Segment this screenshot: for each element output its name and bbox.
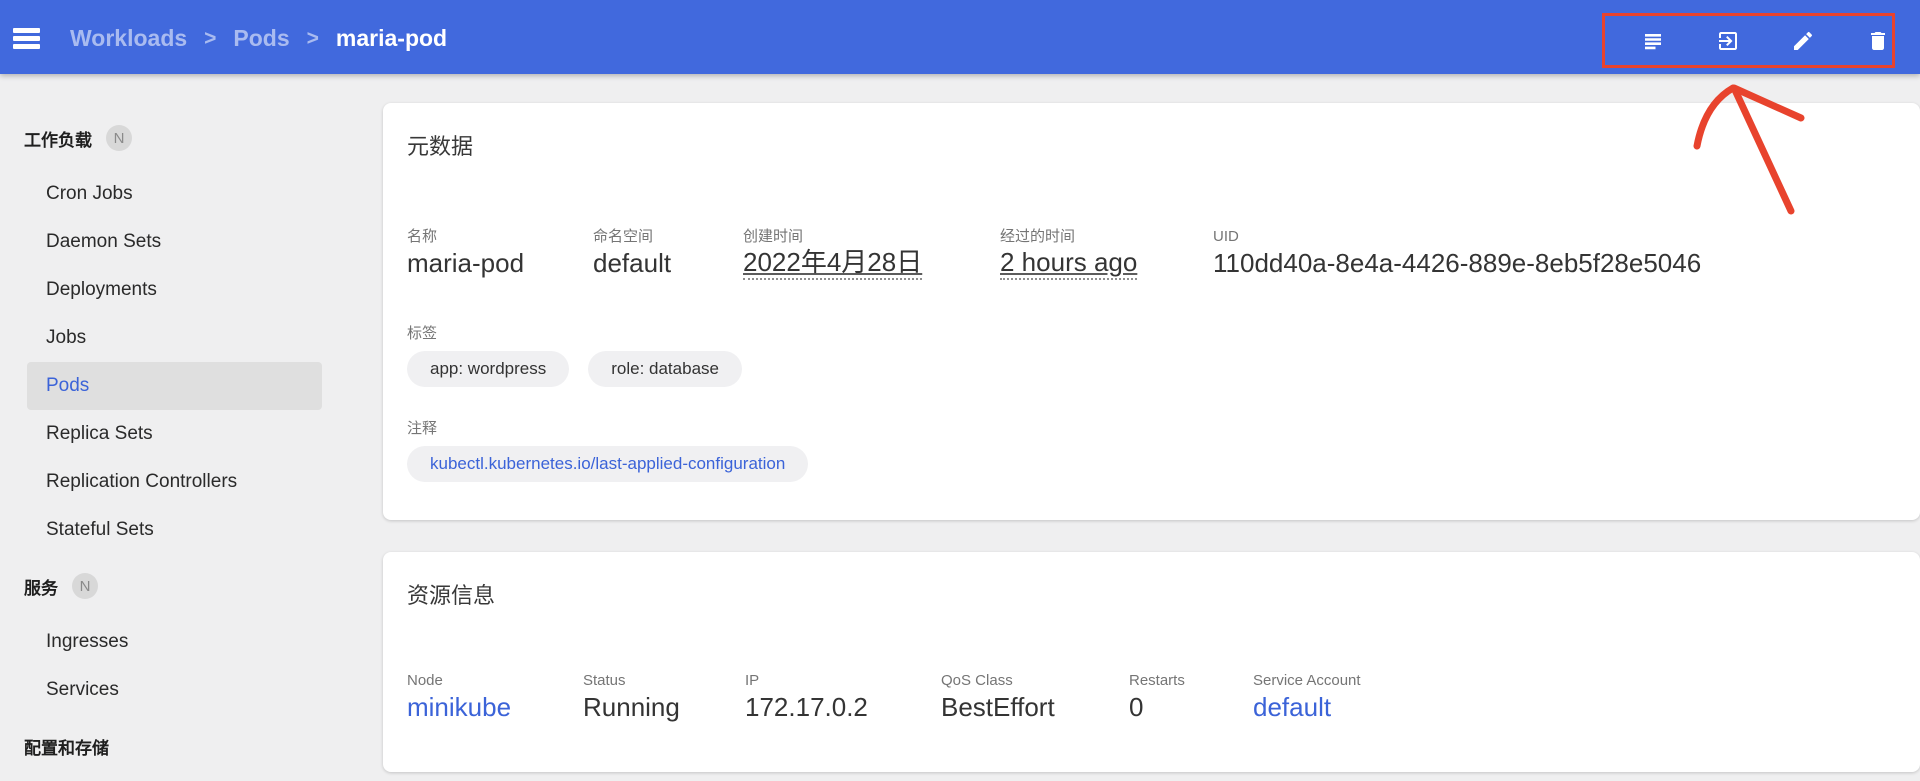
field-创建时间: 创建时间 2022年4月28日 <box>743 229 1000 280</box>
field-label: IP <box>745 673 941 689</box>
metadata-card-title: 元数据 <box>407 103 1896 161</box>
sidebar-section-工作负载[interactable]: 工作负载 N <box>0 114 383 162</box>
app-header: Workloads > Pods > maria-pod <box>0 0 1920 74</box>
field-label: Status <box>583 673 745 689</box>
field-value: 2022年4月28日 <box>743 247 922 280</box>
field-ip: IP 172.17.0.2 <box>745 673 941 723</box>
namespaced-badge: N <box>72 573 98 599</box>
sidebar-item-jobs[interactable]: Jobs <box>27 314 322 362</box>
sidebar-item-replication-controllers[interactable]: Replication Controllers <box>27 458 322 506</box>
field-命名空间: 命名空间 default <box>593 229 743 280</box>
exec-icon[interactable] <box>1716 29 1740 53</box>
sidebar-item-services[interactable]: Services <box>27 666 322 714</box>
field-value[interactable]: default <box>1253 691 1361 723</box>
annotation-highlight-box <box>1602 13 1895 68</box>
field-label: Restarts <box>1129 673 1253 689</box>
field-label: Service Account <box>1253 673 1361 689</box>
sidebar-item-replica-sets[interactable]: Replica Sets <box>27 410 322 458</box>
field-value: 110dd40a-8e4a-4426-889e-8eb5f28e5046 <box>1213 247 1701 279</box>
field-label: 经过的时间 <box>1000 229 1213 245</box>
annotations-chip-row: kubectl.kubernetes.io/last-applied-confi… <box>407 446 1896 482</box>
sidebar-section-配置和存储[interactable]: 配置和存储 <box>0 722 383 770</box>
field-label: 名称 <box>407 229 593 245</box>
field-label: UID <box>1213 229 1701 245</box>
main-content: 元数据 名称maria-pod命名空间default创建时间2022年4月28日… <box>383 74 1920 781</box>
annotations-section-label: 注释 <box>407 421 1896 437</box>
field-service-account: Service Account default <box>1253 673 1361 723</box>
breadcrumb-separator: > <box>307 27 319 51</box>
breadcrumb-separator: > <box>204 27 216 51</box>
label-chip: role: database <box>588 351 742 387</box>
sidebar-item-ingresses[interactable]: Ingresses <box>27 618 322 666</box>
labels-chip-row: app: wordpress role: database <box>407 351 1896 387</box>
sidebar-section-items: IngressesServices <box>0 618 383 714</box>
field-uid: UID 110dd40a-8e4a-4426-889e-8eb5f28e5046 <box>1213 229 1701 280</box>
sidebar-item-daemon-sets[interactable]: Daemon Sets <box>27 218 322 266</box>
field-label: 命名空间 <box>593 229 743 245</box>
field-restarts: Restarts 0 <box>1129 673 1253 723</box>
field-label: 创建时间 <box>743 229 1000 245</box>
field-value: 172.17.0.2 <box>745 691 941 723</box>
field-value: Running <box>583 691 745 723</box>
sidebar-item-deployments[interactable]: Deployments <box>27 266 322 314</box>
field-value[interactable]: minikube <box>407 691 583 723</box>
sidebar-section-服务[interactable]: 服务 N <box>0 562 383 610</box>
resource-card-title: 资源信息 <box>407 552 1896 610</box>
logs-icon[interactable] <box>1641 29 1665 53</box>
sidebar-section-title: 工作负载 <box>24 126 92 151</box>
sidebar-section-title: 配置和存储 <box>24 734 109 759</box>
field-value: default <box>593 247 743 279</box>
annotation-chip[interactable]: kubectl.kubernetes.io/last-applied-confi… <box>407 446 808 482</box>
resource-fields-row: Node minikubeStatus RunningIP 172.17.0.2QoS… <box>407 673 1896 723</box>
namespaced-badge: N <box>106 125 132 151</box>
field-value: BestEffort <box>941 691 1129 723</box>
metadata-card: 元数据 名称 maria-pod命名空间 default创建时间 2022年4月28日… <box>383 103 1920 520</box>
field-node: Node minikube <box>407 673 583 723</box>
resource-info-card: 资源信息 Node minikubeStatus RunningIP 172.17.0… <box>383 552 1920 772</box>
menu-icon[interactable] <box>13 28 40 49</box>
sidebar-section-items: Cron JobsDaemon SetsDeploymentsJobsPodsR… <box>0 170 383 554</box>
field-经过的时间: 经过的时间 2 hours ago <box>1000 229 1213 280</box>
field-qos-class: QoS Class BestEffort <box>941 673 1129 723</box>
sidebar-item-stateful-sets[interactable]: Stateful Sets <box>27 506 322 554</box>
breadcrumb: Workloads > Pods > maria-pod <box>70 25 447 52</box>
sidebar-nav: 工作负载 N Cron JobsDaemon SetsDeploymentsJobs… <box>0 74 383 781</box>
breadcrumb-item-pods[interactable]: Pods <box>233 25 289 52</box>
breadcrumb-item-workloads[interactable]: Workloads <box>70 25 187 52</box>
field-value: 0 <box>1129 691 1253 723</box>
delete-icon[interactable] <box>1866 29 1890 53</box>
breadcrumb-item-maria-pod: maria-pod <box>336 25 447 52</box>
field-status: Status Running <box>583 673 745 723</box>
metadata-fields-row: 名称 maria-pod命名空间 default创建时间 2022年4月28日 经过的时… <box>407 229 1896 280</box>
field-label: Node <box>407 673 583 689</box>
label-chip: app: wordpress <box>407 351 569 387</box>
field-value: maria-pod <box>407 247 593 279</box>
sidebar-section-title: 服务 <box>24 574 58 599</box>
sidebar-item-pods[interactable]: Pods <box>27 362 322 410</box>
edit-icon[interactable] <box>1791 29 1815 53</box>
field-value: 2 hours ago <box>1000 247 1137 280</box>
sidebar-item-cron-jobs[interactable]: Cron Jobs <box>27 170 322 218</box>
field-label: QoS Class <box>941 673 1129 689</box>
kubernetes-dashboard-app: Workloads>Pods>maria-pod 工作负载NCron JobsD… <box>0 0 1920 781</box>
labels-section-label: 标签 <box>407 326 1896 342</box>
field-名称: 名称 maria-pod <box>407 229 593 280</box>
